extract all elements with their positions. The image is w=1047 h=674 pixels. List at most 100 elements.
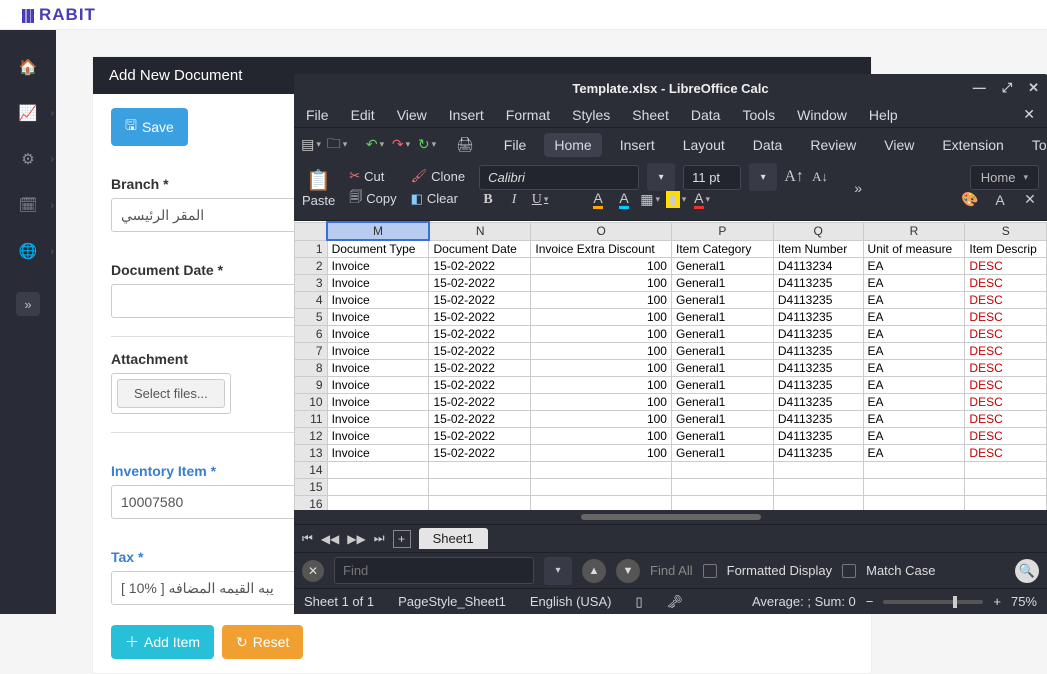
cell[interactable]	[863, 479, 965, 496]
cell[interactable]: Invoice	[327, 360, 429, 377]
find-close-icon[interactable]: ✕	[302, 560, 324, 582]
menu-insert[interactable]: Insert	[449, 107, 484, 123]
grow-font-icon[interactable]: A↑	[785, 168, 803, 186]
cell[interactable]: 15-02-2022	[429, 360, 531, 377]
cell[interactable]	[773, 479, 863, 496]
cell[interactable]: 15-02-2022	[429, 411, 531, 428]
status-sig-icon[interactable]: 🗝	[667, 594, 684, 610]
cell[interactable]: DESC	[965, 394, 1047, 411]
sheet-last-icon[interactable]: ⏭	[374, 531, 385, 546]
row-header[interactable]: 3	[295, 275, 328, 292]
zoom-in-icon[interactable]: +	[993, 594, 1001, 609]
zoom-out-icon[interactable]: −	[866, 594, 874, 609]
menu-sheet[interactable]: Sheet	[632, 107, 669, 123]
style-x-icon[interactable]: ✕	[1021, 191, 1039, 209]
row-header[interactable]: 7	[295, 343, 328, 360]
status-pagestyle[interactable]: PageStyle_Sheet1	[398, 594, 506, 609]
cell[interactable]: General1	[671, 411, 773, 428]
cell[interactable]: 100	[531, 445, 672, 462]
fill-color-icon[interactable]: ▮▾	[667, 191, 685, 209]
highlight-a-icon[interactable]: A	[589, 191, 607, 209]
cell[interactable]: General1	[671, 309, 773, 326]
copy-button[interactable]: 🗐Copy	[349, 188, 396, 210]
row-header[interactable]: 8	[295, 360, 328, 377]
cell[interactable]: DESC	[965, 258, 1047, 275]
menu-view[interactable]: View	[397, 107, 427, 123]
row-header[interactable]: 5	[295, 309, 328, 326]
cell[interactable]: Invoice	[327, 394, 429, 411]
col-header-M[interactable]: M	[327, 222, 429, 240]
cell[interactable]: 100	[531, 309, 672, 326]
select-files-button[interactable]: Select files...	[117, 379, 225, 408]
col-header-O[interactable]: O	[531, 222, 672, 240]
cell[interactable]: D4113235	[773, 411, 863, 428]
shrink-font-icon[interactable]: A↓	[811, 168, 829, 186]
cell[interactable]	[327, 462, 429, 479]
cell[interactable]: 100	[531, 275, 672, 292]
status-aggregate[interactable]: Average: ; Sum: 0	[752, 594, 856, 609]
cell[interactable]: EA	[863, 258, 965, 275]
rail-chart-icon[interactable]: 📈›	[10, 104, 46, 122]
ribbon-tab-view[interactable]: View	[874, 133, 924, 157]
find-options-icon[interactable]: 🔍	[1015, 559, 1039, 583]
rail-settings-icon[interactable]: ⚙›	[10, 150, 46, 168]
sheet-first-icon[interactable]: ⏮	[302, 531, 313, 546]
cell[interactable]: EA	[863, 326, 965, 343]
redo-icon[interactable]: ↻▾	[418, 136, 436, 154]
cell[interactable]: DESC	[965, 377, 1047, 394]
cell[interactable]	[327, 496, 429, 511]
row-header[interactable]: 14	[295, 462, 328, 479]
cell[interactable]: Invoice	[327, 275, 429, 292]
row-header[interactable]: 16	[295, 496, 328, 511]
cell[interactable]: DESC	[965, 275, 1047, 292]
zoom-slider[interactable]	[883, 600, 983, 604]
cell[interactable]: 100	[531, 326, 672, 343]
cell[interactable]: 100	[531, 411, 672, 428]
cell[interactable]: DESC	[965, 343, 1047, 360]
cell[interactable]	[773, 496, 863, 511]
style-combo[interactable]: Home▾	[970, 165, 1039, 190]
spreadsheet[interactable]: MNOPQRS1Document TypeDocument DateInvoic…	[294, 221, 1047, 510]
cell[interactable]	[429, 462, 531, 479]
cell[interactable]: EA	[863, 292, 965, 309]
cell[interactable]: D4113235	[773, 275, 863, 292]
style-a-icon[interactable]: A	[991, 191, 1009, 209]
col-header-Q[interactable]: Q	[773, 222, 863, 240]
cell[interactable]: Invoice Extra Discount	[531, 240, 672, 258]
menu-edit[interactable]: Edit	[351, 107, 375, 123]
find-all-button[interactable]: Find All	[650, 563, 693, 578]
cell[interactable]: EA	[863, 411, 965, 428]
cell[interactable]: Invoice	[327, 292, 429, 309]
cell[interactable]	[531, 496, 672, 511]
zoom-value[interactable]: 75%	[1011, 594, 1037, 609]
cell[interactable]: EA	[863, 343, 965, 360]
cell[interactable]: 15-02-2022	[429, 394, 531, 411]
undo-icon[interactable]: ↶▾	[366, 136, 384, 154]
border-icon[interactable]: ▦▾	[641, 191, 659, 209]
cell[interactable]: D4113235	[773, 343, 863, 360]
cell[interactable]: EA	[863, 394, 965, 411]
row-header[interactable]: 15	[295, 479, 328, 496]
cell[interactable]: D4113235	[773, 360, 863, 377]
reset-button[interactable]: ↻ Reset	[222, 625, 303, 659]
cell[interactable]: DESC	[965, 309, 1047, 326]
cell[interactable]: General1	[671, 377, 773, 394]
cell[interactable]: DESC	[965, 411, 1047, 428]
rail-globe-icon[interactable]: 🌐›	[10, 242, 46, 260]
cell[interactable]: D4113235	[773, 309, 863, 326]
redo-arrow-icon[interactable]: ↷▾	[392, 136, 410, 154]
font-size-input[interactable]: 11 pt	[683, 165, 741, 190]
cell[interactable]: General1	[671, 394, 773, 411]
col-header-R[interactable]: R	[863, 222, 965, 240]
cell[interactable]: General1	[671, 292, 773, 309]
cell[interactable]	[429, 479, 531, 496]
rail-expand-icon[interactable]: »	[16, 292, 40, 316]
menu-format[interactable]: Format	[506, 107, 550, 123]
cell[interactable]: 100	[531, 394, 672, 411]
cell[interactable]: DESC	[965, 428, 1047, 445]
cell[interactable]: Item Number	[773, 240, 863, 258]
cell[interactable]: Unit of measure	[863, 240, 965, 258]
row-header[interactable]: 4	[295, 292, 328, 309]
match-case-checkbox[interactable]	[842, 564, 856, 578]
row-header[interactable]: 2	[295, 258, 328, 275]
